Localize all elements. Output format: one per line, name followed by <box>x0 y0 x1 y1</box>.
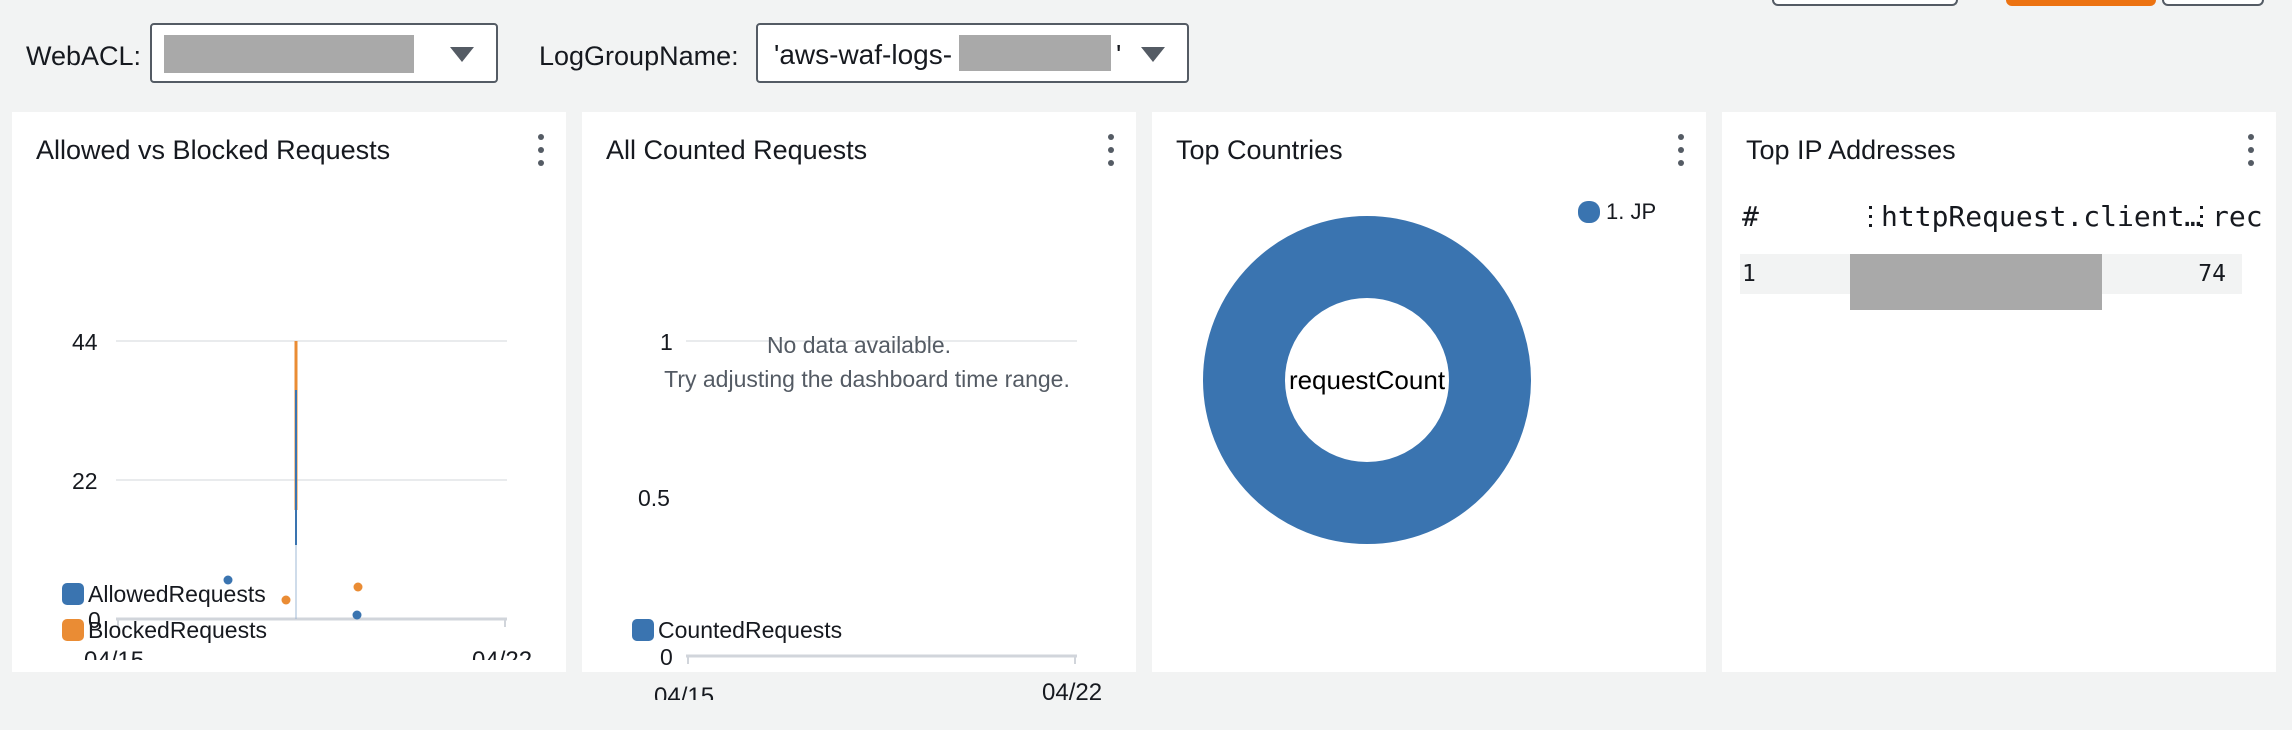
no-data-message: No data available. <box>766 332 952 358</box>
chevron-down-icon <box>1141 47 1165 62</box>
loggroup-value: 'aws-waf-logs- <box>774 39 953 70</box>
column-resize-handle[interactable] <box>1869 206 1872 228</box>
top-primary-button[interactable] <box>2006 0 2156 6</box>
y-tick-label: 22 <box>72 468 98 494</box>
y-tick-label: 0 <box>660 644 673 670</box>
more-options-icon[interactable] <box>536 134 546 166</box>
legend-item-allowed[interactable]: AllowedRequests <box>62 580 266 608</box>
chevron-down-icon <box>450 47 474 62</box>
table-header: # httpRequest.client… rec <box>1740 196 2263 238</box>
widget-top-countries: Top Countries requestCount 1. JP <box>1152 112 1706 672</box>
legend-swatch <box>62 583 84 605</box>
column-header-client-ip[interactable]: httpRequest.client… <box>1881 196 2201 238</box>
blocked-point <box>353 582 363 592</box>
blocked-point <box>281 595 291 605</box>
legend-label: AllowedRequests <box>88 581 266 607</box>
table-row[interactable]: 1 74 <box>1740 254 2242 310</box>
webacl-label: WebACL: <box>26 41 142 71</box>
legend-item-counted[interactable]: CountedRequests <box>632 616 843 644</box>
legend-label: CountedRequests <box>658 617 843 643</box>
webacl-select[interactable] <box>150 23 498 83</box>
loggroup-label: LogGroupName: <box>539 41 739 71</box>
donut-center-label: requestCount <box>1289 365 1446 395</box>
cell-count: 74 <box>2198 261 2226 287</box>
legend-item-blocked[interactable]: BlockedRequests <box>62 616 267 644</box>
legend-swatch <box>1578 201 1600 223</box>
top-action-button[interactable] <box>1772 0 1958 6</box>
loggroup-select[interactable]: 'aws-waf-logs- ' <box>756 23 1189 83</box>
column-resize-handle[interactable] <box>2200 206 2203 228</box>
widget-top-ip: Top IP Addresses # httpRequest.client… r… <box>1722 112 2276 672</box>
legend-item-jp[interactable]: 1. JP <box>1578 198 1657 226</box>
column-header-rank[interactable]: # <box>1742 196 1759 238</box>
top-settings-button[interactable] <box>2162 0 2264 6</box>
widget-title: All Counted Requests <box>606 135 868 165</box>
more-options-icon[interactable] <box>1106 134 1116 166</box>
redacted-ip <box>1850 254 2102 310</box>
redacted-value <box>164 35 414 73</box>
x-tick-label: 04/22 <box>1042 679 1102 706</box>
y-tick-label: 0.5 <box>638 485 670 511</box>
more-options-icon[interactable] <box>2246 134 2256 166</box>
y-tick-label: 44 <box>72 329 98 355</box>
allowed-point <box>352 610 362 620</box>
column-header-request-count[interactable]: rec <box>2212 196 2263 238</box>
legend-swatch <box>632 619 654 641</box>
legend-swatch <box>62 619 84 641</box>
x-tick-label: 04/15 <box>84 647 144 660</box>
widget-all-counted: All Counted Requests 1 0.5 0 04/15 04/22… <box>582 112 1136 706</box>
legend-label: 1. JP <box>1606 199 1657 224</box>
legend-label: BlockedRequests <box>88 617 267 643</box>
countries-donut-chart: requestCount <box>1203 216 1531 544</box>
loggroup-value-end: ' <box>1116 39 1122 70</box>
widget-title: Allowed vs Blocked Requests <box>36 135 391 165</box>
x-tick-label: 04/22 <box>472 647 532 660</box>
widget-allowed-vs-blocked: Allowed vs Blocked Requests 44 22 0 04/1… <box>12 112 566 672</box>
cell-rank: 1 <box>1742 261 1756 287</box>
redacted-value <box>959 35 1111 71</box>
counted-chart-axis: 04/22 <box>1042 679 1102 706</box>
no-data-hint: Try adjusting the dashboard time range. <box>664 366 1070 392</box>
widget-title: Top IP Addresses <box>1746 135 1956 165</box>
